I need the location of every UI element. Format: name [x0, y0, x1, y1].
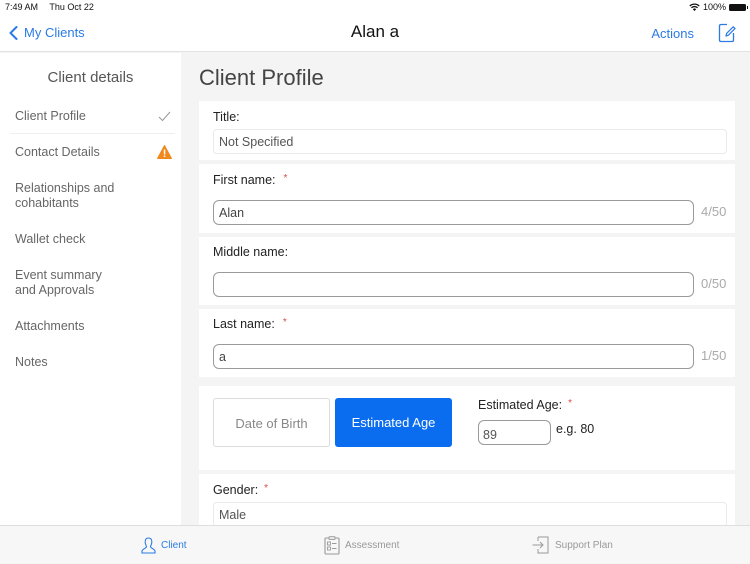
sign-in-icon — [532, 536, 549, 554]
required-marker: * — [264, 483, 269, 494]
title-card: Title: Not Specified — [199, 101, 735, 160]
middle-name-card: Middle name: 0/50 — [199, 237, 735, 305]
sidebar-item-attachments[interactable]: Attachments — [15, 319, 175, 334]
sidebar-item-relationships[interactable]: Relationships and cohabitants — [15, 181, 175, 211]
back-button[interactable]: My Clients — [9, 25, 85, 40]
wifi-icon — [689, 3, 700, 11]
gender-label: Gender: * — [213, 483, 269, 497]
sidebar-item-notes[interactable]: Notes — [15, 355, 175, 370]
required-marker: * — [282, 317, 287, 328]
estimated-age-input[interactable] — [478, 420, 551, 445]
tab-support-plan[interactable]: Support Plan — [532, 526, 613, 564]
first-name-card: First name:* 4/50 — [199, 164, 735, 233]
estimated-age-hint: e.g. 80 — [556, 422, 595, 436]
sidebar-item-wallet-check[interactable]: Wallet check — [15, 232, 175, 247]
required-marker: * — [283, 173, 288, 184]
warning-icon — [157, 145, 172, 159]
tab-label: Support Plan — [555, 539, 613, 551]
tab-label: Assessment — [345, 539, 400, 551]
first-name-counter: 4/50 — [701, 204, 727, 219]
last-name-counter: 1/50 — [701, 348, 727, 363]
first-name-input[interactable] — [213, 200, 694, 225]
main-content: Client Profile Title: Not Specified Firs… — [181, 53, 750, 525]
last-name-input[interactable] — [213, 344, 694, 369]
sidebar-item-label: Attachments — [15, 319, 85, 333]
sidebar-item-label: Contact Details — [15, 145, 100, 159]
tab-label: Client — [161, 539, 187, 551]
sidebar-item-contact-details[interactable]: Contact Details — [15, 145, 175, 160]
battery-percent: 100% — [702, 2, 726, 12]
tab-client[interactable]: Client — [141, 526, 187, 564]
sidebar-item-client-profile[interactable]: Client Profile — [15, 109, 175, 124]
actions-button[interactable]: Actions — [651, 26, 694, 41]
tab-bar: Client Assessment Support Plan — [0, 525, 750, 563]
middle-name-label: Middle name: — [213, 245, 289, 259]
sidebar-item-label: Wallet check — [15, 232, 86, 246]
sidebar-item-label: Notes — [15, 355, 48, 369]
status-date: Thu Oct 22 — [49, 2, 94, 12]
battery-icon — [729, 3, 748, 11]
title-label: Title: — [213, 110, 240, 124]
page-title: Client Profile — [199, 65, 324, 90]
status-time: 7:49 AM — [5, 2, 39, 12]
status-bar: 7:49 AM Thu Oct 22 100% — [0, 0, 750, 14]
sidebar-item-event-summary[interactable]: Event summary and Approvals — [15, 268, 175, 298]
back-label: My Clients — [24, 25, 85, 40]
last-name-label: Last name: * — [213, 317, 287, 331]
page-header-title: Alan a — [350, 22, 400, 41]
checkmark-icon — [158, 111, 171, 122]
sidebar-item-label: Client Profile — [15, 109, 86, 123]
gender-select[interactable]: Male — [213, 502, 727, 525]
navigation-bar: My Clients Alan a Actions — [0, 14, 750, 52]
edit-icon[interactable] — [718, 23, 736, 43]
tab-assessment[interactable]: Assessment — [324, 526, 399, 564]
age-card: Date of Birth Estimated Age Estimated Ag… — [199, 386, 735, 470]
sidebar-title: Client details — [47, 69, 134, 86]
gender-card: Gender: * Male — [199, 474, 735, 525]
date-of-birth-segment[interactable]: Date of Birth — [213, 398, 330, 447]
estimated-age-label: Estimated Age: * — [478, 398, 572, 412]
required-marker: * — [568, 398, 572, 409]
person-icon — [141, 536, 156, 554]
estimated-age-segment[interactable]: Estimated Age — [335, 398, 452, 447]
middle-name-input[interactable] — [213, 272, 694, 297]
first-name-label: First name: * — [213, 173, 288, 187]
sidebar-item-label: Event summary and Approvals — [15, 268, 102, 297]
sidebar-item-label: Relationships and cohabitants — [15, 181, 115, 210]
middle-name-counter: 0/50 — [701, 276, 727, 291]
title-select[interactable]: Not Specified — [213, 129, 727, 154]
last-name-card: Last name:* 1/50 — [199, 309, 735, 377]
sidebar: Client details Client Profile Contact De… — [0, 53, 181, 525]
clipboard-icon — [324, 535, 340, 555]
chevron-left-icon — [9, 25, 18, 40]
sidebar-divider — [10, 133, 175, 134]
